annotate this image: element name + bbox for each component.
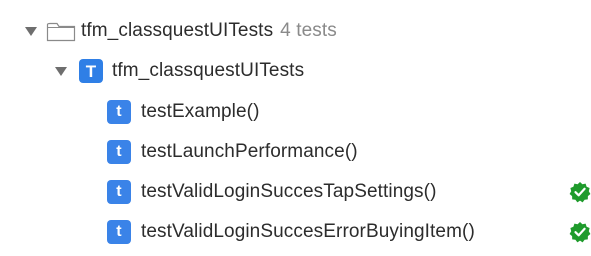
disclosure-expanded-icon[interactable] [24,24,38,38]
test-bundle-icon: T [79,59,103,83]
folder-icon [46,20,76,42]
test-label: testValidLoginSuccesTapSettings() [141,181,437,202]
test-case-icon: t [107,220,131,244]
test-passed-icon[interactable] [569,221,591,243]
test-count: 4 tests [280,20,337,41]
root-label-group: tfm_classquestUITests 4 tests [81,20,337,42]
test-label: testLaunchPerformance() [141,141,358,162]
test-navigator: tfm_classquestUITests 4 tests T tfm_class… [0,0,591,256]
test-label: testValidLoginSuccesErrorBuyingItem() [141,221,475,242]
test-row[interactable]: t testLaunchPerformance() [0,137,591,167]
test-case-icon: t [107,100,131,124]
disclosure-expanded-icon[interactable] [54,64,68,78]
test-row[interactable]: t testValidLoginSuccesErrorBuyingItem() [0,217,591,247]
tree-row-root[interactable]: tfm_classquestUITests 4 tests [0,16,591,46]
test-row[interactable]: t testValidLoginSuccesTapSettings() [0,177,591,207]
tree-row-group[interactable]: T tfm_classquestUITests [0,56,591,86]
test-case-icon: t [107,180,131,204]
group-label: tfm_classquestUITests [112,60,305,81]
test-case-icon: t [107,140,131,164]
test-label: testExample() [141,101,260,122]
test-passed-icon[interactable] [569,181,591,203]
test-row[interactable]: t testExample() [0,97,591,127]
root-label: tfm_classquestUITests [81,20,274,41]
